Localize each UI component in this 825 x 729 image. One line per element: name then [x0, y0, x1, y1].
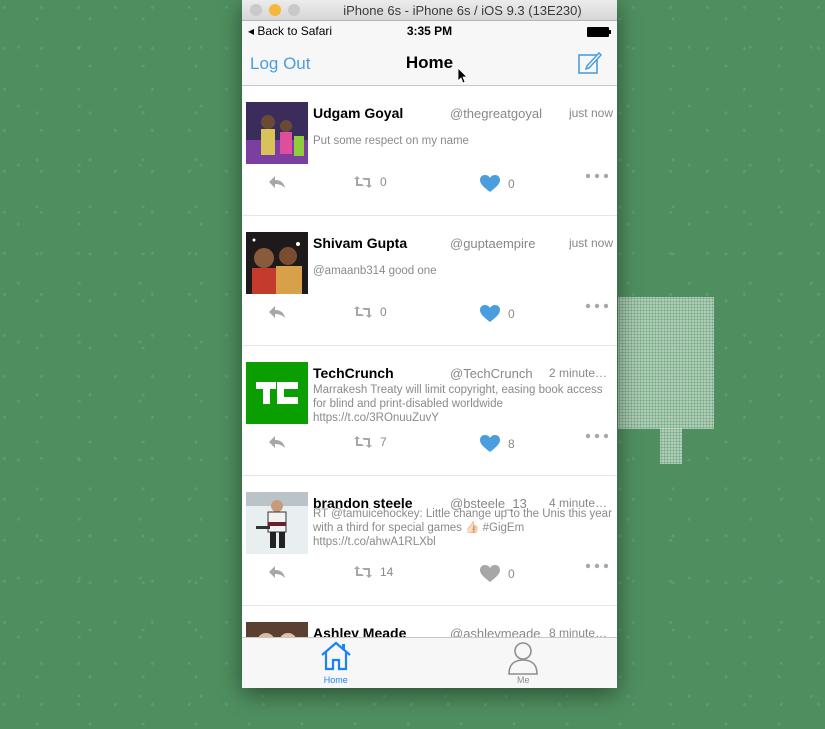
like-button[interactable]: 0	[480, 305, 515, 323]
tweet-feed[interactable]: Udgam Goyal @thegreatgoyal just now Put …	[242, 86, 617, 638]
tweet-author-name[interactable]: TechCrunch	[313, 365, 394, 381]
avatar[interactable]	[246, 362, 308, 424]
status-time: 3:35 PM	[406, 24, 453, 38]
like-button[interactable]: 8	[480, 435, 515, 453]
like-count: 0	[508, 177, 515, 191]
retweet-button[interactable]: 0	[354, 305, 387, 319]
more-options-button[interactable]	[585, 563, 609, 569]
window-titlebar: iPhone 6s - iPhone 6s / iOS 9.3 (13E230)	[242, 0, 617, 21]
heart-icon	[480, 435, 500, 452]
simulator-window: iPhone 6s - iPhone 6s / iOS 9.3 (13E230)…	[242, 0, 617, 688]
tweet-actions: 0 0	[242, 303, 617, 329]
reply-icon	[269, 566, 285, 578]
heart-icon	[480, 305, 500, 322]
ios-status-bar: ◂ Back to Safari 3:35 PM	[242, 21, 617, 41]
like-button[interactable]: 0	[480, 175, 515, 193]
retweet-count: 14	[380, 565, 394, 579]
retweet-count: 0	[380, 175, 387, 189]
tweet-actions: 14 0	[242, 563, 617, 589]
ellipsis-icon	[585, 173, 609, 179]
battery-icon	[587, 27, 611, 37]
tweet-text: Put some respect on my name	[313, 135, 469, 147]
window-close-button[interactable]	[250, 4, 262, 16]
tweet-author-name[interactable]: Shivam Gupta	[313, 235, 407, 251]
tweet-row[interactable]: TechCrunch @TechCrunch 2 minutes ago Mar…	[242, 346, 617, 476]
tweet-timestamp: just now	[568, 106, 613, 120]
ellipsis-icon	[585, 303, 609, 309]
tweet-text: RT @tamuicehockey: Little change up to t…	[313, 508, 612, 548]
tweet-timestamp: just now	[568, 236, 613, 250]
tweet-row[interactable]: brandon steele @bsteele_13 4 minutes ago…	[242, 476, 617, 606]
tweet-author-name[interactable]: Udgam Goyal	[313, 105, 403, 121]
retweet-icon	[354, 306, 372, 318]
retweet-icon	[354, 436, 372, 448]
tweet-row[interactable]: Ashley Meade @ashleymeade 8 minutes ago	[242, 606, 617, 638]
reply-button[interactable]	[268, 175, 286, 189]
reply-icon	[269, 436, 285, 448]
ellipsis-icon	[585, 433, 609, 439]
navigation-bar: Log Out Home	[242, 41, 617, 86]
reply-icon	[269, 306, 285, 318]
desktop-speech-bubble-tail	[660, 428, 682, 464]
retweet-icon	[354, 176, 372, 188]
avatar[interactable]	[246, 492, 308, 554]
reply-button[interactable]	[268, 435, 286, 449]
tab-bar: Home Me	[242, 637, 617, 688]
retweet-count: 7	[380, 435, 387, 449]
page-title: Home	[405, 53, 454, 72]
retweet-button[interactable]: 0	[354, 175, 387, 189]
heart-icon	[480, 175, 500, 192]
like-count: 8	[508, 437, 515, 451]
tweet-text: @amaanb314 good one	[313, 265, 437, 277]
heart-icon	[480, 565, 500, 582]
tweet-timestamp: 2 minutes ago	[549, 366, 613, 380]
like-count: 0	[508, 567, 515, 581]
reply-button[interactable]	[268, 565, 286, 579]
tab-label: Home	[323, 675, 348, 685]
more-options-button[interactable]	[585, 303, 609, 309]
desktop-speech-bubble-decoration	[618, 297, 714, 429]
tweet-handle: @guptaempire	[450, 236, 536, 251]
tab-home[interactable]: Home	[242, 638, 430, 688]
avatar[interactable]	[246, 232, 308, 294]
ellipsis-icon	[585, 563, 609, 569]
tweet-row[interactable]: Udgam Goyal @thegreatgoyal just now Put …	[242, 86, 617, 216]
retweet-button[interactable]: 7	[354, 435, 387, 449]
tweet-handle: @thegreatgoyal	[450, 106, 542, 121]
avatar[interactable]	[246, 102, 308, 164]
mouse-cursor-icon	[458, 68, 468, 84]
like-button[interactable]: 0	[480, 565, 515, 583]
tweet-row[interactable]: Shivam Gupta @guptaempire just now @amaa…	[242, 216, 617, 346]
retweet-button[interactable]: 14	[354, 565, 393, 579]
tweet-actions: 0 0	[242, 173, 617, 199]
tab-me[interactable]: Me	[430, 638, 618, 688]
tweet-actions: 7 8	[242, 433, 617, 459]
compose-icon[interactable]	[577, 50, 603, 76]
like-count: 0	[508, 307, 515, 321]
tweet-text: Marrakesh Treaty will limit copyright, e…	[313, 384, 603, 424]
home-icon	[321, 641, 351, 671]
window-title: iPhone 6s - iPhone 6s / iOS 9.3 (13E230)	[343, 3, 582, 18]
person-icon	[508, 642, 539, 675]
reply-icon	[269, 176, 285, 188]
retweet-icon	[354, 566, 372, 578]
tweet-handle: @TechCrunch	[450, 366, 533, 381]
window-maximize-button[interactable]	[288, 4, 300, 16]
avatar[interactable]	[246, 622, 308, 638]
reply-button[interactable]	[268, 305, 286, 319]
retweet-count: 0	[380, 305, 387, 319]
more-options-button[interactable]	[585, 173, 609, 179]
more-options-button[interactable]	[585, 433, 609, 439]
window-minimize-button[interactable]	[269, 4, 281, 16]
tab-label: Me	[516, 675, 530, 685]
